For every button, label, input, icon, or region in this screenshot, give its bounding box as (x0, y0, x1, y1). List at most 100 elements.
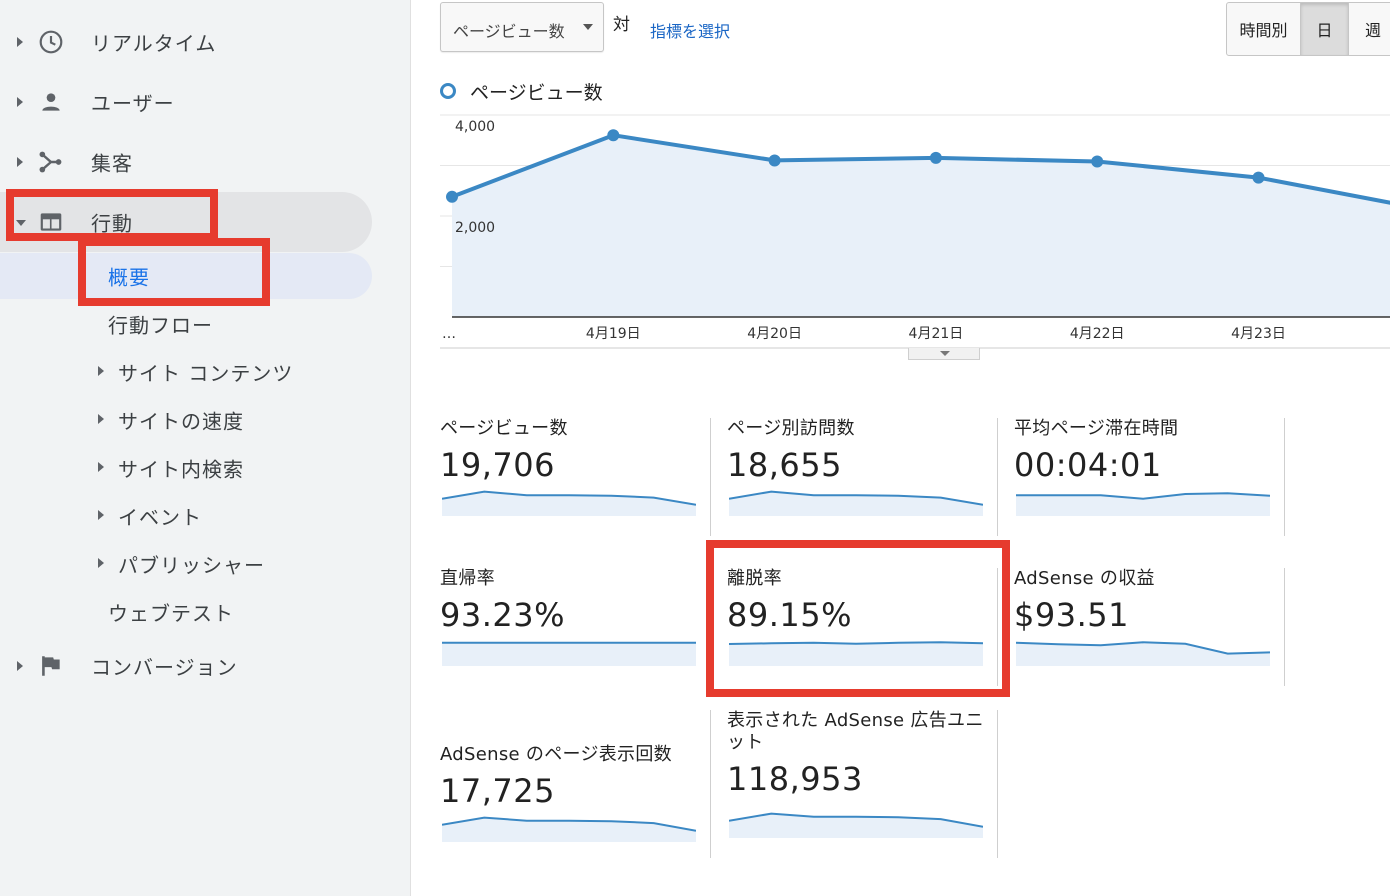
legend-label: ページビュー数 (470, 81, 603, 104)
metric-select-dropdown[interactable]: ページビュー数 (440, 2, 604, 52)
expand-caret-icon[interactable] (98, 510, 104, 520)
scorecard[interactable]: AdSense のページ表示回数 17,725 (440, 718, 710, 842)
chart-data-point (929, 151, 942, 164)
scorecard-divider (1284, 418, 1285, 536)
chart-legend: ページビュー数 (440, 80, 603, 104)
scorecard-divider (997, 710, 998, 858)
sidebar-item-label: ユーザー (91, 91, 175, 116)
scorecard-sparkline (442, 490, 696, 516)
scorecard[interactable]: ページビュー数 19,706 (440, 418, 710, 538)
chart-data-point (1252, 171, 1265, 184)
sidebar-item-label: リアルタイム (91, 31, 217, 56)
clock-icon (39, 30, 63, 54)
expand-caret-icon[interactable] (98, 366, 104, 376)
expand-caret-icon[interactable] (98, 414, 104, 424)
scorecard-sparkline (442, 816, 696, 842)
period-hourly-button[interactable]: 時間別 (1227, 3, 1301, 55)
acquisition-icon (39, 151, 62, 173)
sparkline-area (442, 642, 696, 666)
sidebar-subitem-label: サイト内検索 (118, 457, 244, 482)
scorecard[interactable]: AdSense の収益 $93.51 (1014, 568, 1284, 688)
scorecard-label: 直帰率 (440, 568, 495, 589)
sidebar-item-realtime[interactable]: リアルタイム (0, 12, 372, 72)
chart-x-tick-label: 4月21日 (909, 326, 964, 342)
expand-caret-icon[interactable] (17, 661, 23, 671)
chart-data-point (446, 190, 458, 203)
sidebar-subitem-site-speed[interactable]: サイトの速度 (0, 397, 372, 443)
scorecard-sparkline (729, 490, 983, 516)
scorecard-label: ページ別訪問数 (727, 418, 855, 439)
scorecard-value: 19,706 (440, 446, 555, 484)
scorecard-divider (1284, 568, 1285, 686)
scorecard-divider (997, 418, 998, 536)
chart-x-tick-label: 4月22日 (1070, 326, 1125, 342)
period-toggle-group: 時間別 日 週 (1226, 2, 1390, 56)
sidebar-item-label: コンバージョン (91, 655, 238, 680)
scorecard-value: 00:04:01 (1014, 446, 1162, 484)
sparkline-area (1016, 493, 1270, 516)
select-metric-link[interactable]: 指標を選択 (650, 18, 730, 42)
scorecard-value: 93.23% (440, 596, 566, 634)
chevron-down-icon (940, 351, 950, 356)
sidebar-subitem-events[interactable]: イベント (0, 493, 372, 539)
sidebar-subitem-label: イベント (118, 505, 202, 530)
flag-icon (42, 656, 60, 676)
chart-y-tick-label: 2,000 (455, 220, 495, 236)
expand-caret-icon[interactable] (17, 97, 23, 107)
sidebar-subitem-label: サイト コンテンツ (118, 361, 294, 386)
sidebar-item-label: 集客 (91, 151, 133, 176)
chart-area (452, 135, 1390, 317)
expand-caret-icon[interactable] (17, 37, 23, 47)
sidebar-item-users[interactable]: ユーザー (0, 72, 372, 132)
scorecard-divider (710, 710, 711, 858)
scorecard-value: 118,953 (727, 760, 863, 798)
sidebar-subitem-label: パブリッシャー (118, 553, 265, 578)
chart-data-point (1091, 155, 1104, 168)
scorecard[interactable]: 直帰率 93.23% (440, 568, 710, 688)
highlight-box (78, 238, 270, 306)
scorecard-value: $93.51 (1014, 596, 1129, 634)
scorecard[interactable]: 平均ページ滞在時間 00:04:01 (1014, 418, 1284, 538)
chart-collapse-toggle[interactable] (908, 348, 980, 360)
chart-y-tick-label: 4,000 (455, 119, 495, 135)
sidebar-item-conversions[interactable]: コンバージョン (0, 636, 372, 696)
scorecard-label: 表示された AdSense 広告ユニット (727, 710, 984, 753)
expand-caret-icon[interactable] (98, 558, 104, 568)
highlight-box (706, 540, 1010, 697)
sidebar-subitem-experiments[interactable]: ウェブテスト (0, 589, 372, 635)
chart-data-point (768, 154, 781, 167)
period-day-button[interactable]: 日 (1301, 3, 1349, 55)
versus-label: 対 (613, 15, 630, 35)
sidebar-subitem-label: 行動フロー (108, 313, 213, 338)
sidebar-subitem-behavior-flow[interactable]: 行動フロー (0, 301, 372, 347)
sidebar-subitem-site-search[interactable]: サイト内検索 (0, 445, 372, 491)
chart-x-tick-label: 4月23日 (1231, 326, 1286, 342)
legend-marker-icon (440, 83, 456, 99)
period-week-button[interactable]: 週 (1349, 3, 1390, 55)
sidebar-item-acquisition[interactable]: 集客 (0, 132, 372, 192)
scorecard-sparkline (1016, 492, 1270, 516)
person-icon (42, 93, 60, 111)
chart-x-tick-label: 4月20日 (747, 326, 802, 342)
expand-caret-icon[interactable] (17, 157, 23, 167)
metric-select-value: ページビュー数 (453, 22, 565, 41)
highlight-box (6, 189, 218, 241)
scorecard-label: ページビュー数 (440, 418, 568, 439)
scorecard-value: 17,725 (440, 772, 555, 810)
scorecard-value: 18,655 (727, 446, 842, 484)
pageviews-line-chart[interactable]: 4,000 2,000 … 4月19日 4月20日 4月21日 4月22日 4月23日 (440, 110, 1390, 350)
sidebar-subitem-label: サイトの速度 (118, 409, 244, 434)
sidebar-subitem-publisher[interactable]: パブリッシャー (0, 541, 372, 587)
scorecard[interactable]: 表示された AdSense 広告ユニット 118,953 (727, 710, 997, 838)
chart-x-tick-label: 4月19日 (586, 326, 641, 342)
chart-x-tick-label: … (442, 326, 456, 342)
scorecard[interactable]: ページ別訪問数 18,655 (727, 418, 997, 538)
scorecard-sparkline (1016, 641, 1270, 666)
sidebar-nav: リアルタイム ユーザー 集客 行動 概要 行動フロー サイト コンテンツ サイト… (0, 0, 411, 896)
sidebar-subitem-site-content[interactable]: サイト コンテンツ (0, 349, 372, 395)
scorecard-label: 平均ページ滞在時間 (1014, 418, 1179, 439)
chevron-down-icon (583, 24, 593, 30)
scorecard-label: AdSense の収益 (1014, 568, 1155, 589)
scorecard-sparkline (442, 641, 696, 666)
expand-caret-icon[interactable] (98, 462, 104, 472)
